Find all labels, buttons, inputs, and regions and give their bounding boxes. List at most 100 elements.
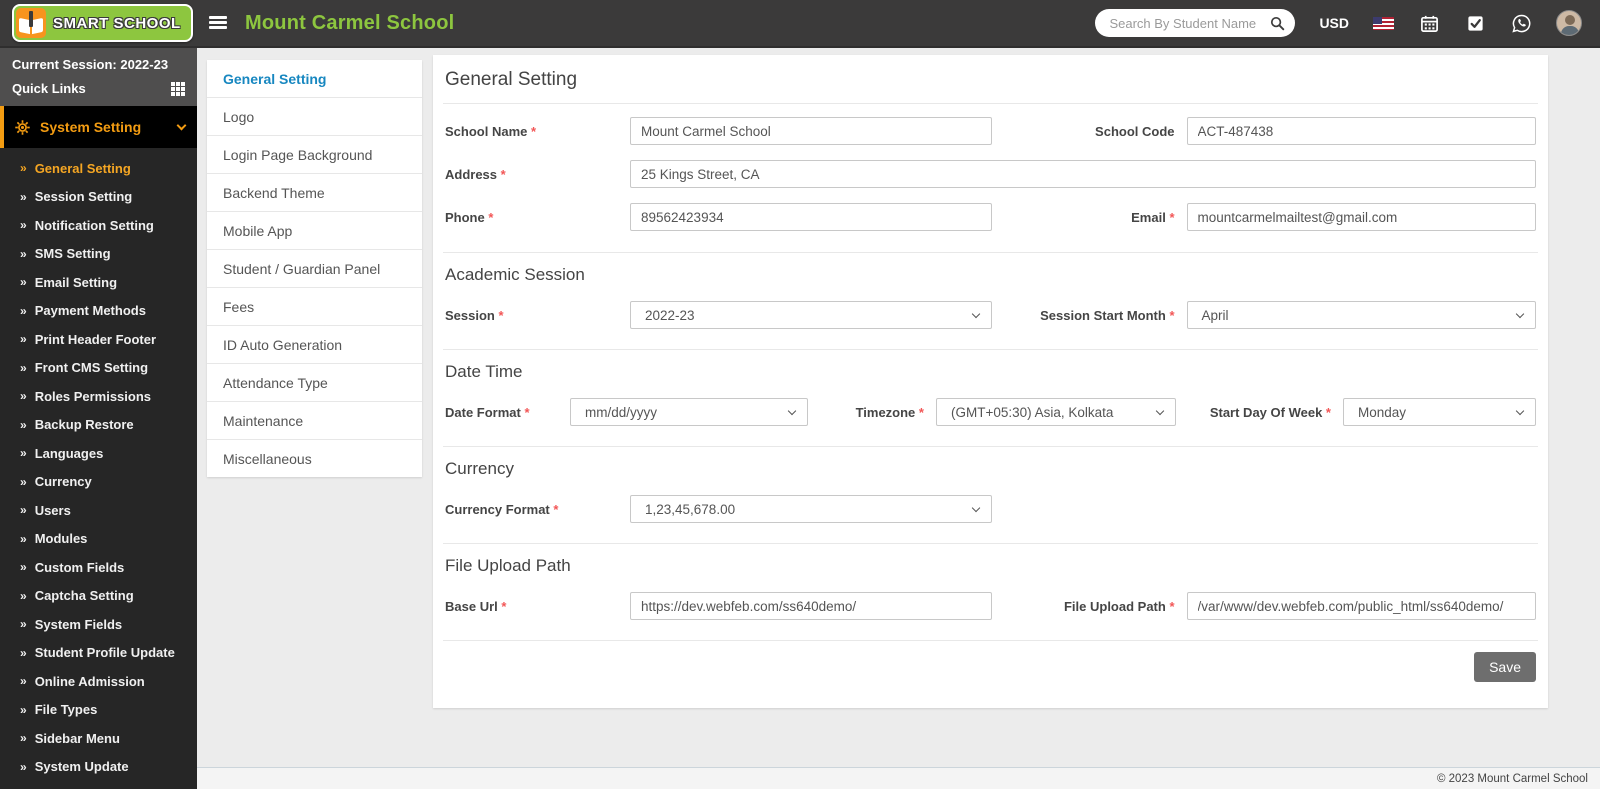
sidebar-submenu-item[interactable]: » System Update (0, 753, 197, 782)
file-upload-path-input[interactable] (1186, 592, 1536, 620)
double-chevron-icon: » (20, 446, 27, 461)
settings-tab[interactable]: Backend Theme (207, 174, 422, 212)
save-button[interactable]: Save (1474, 652, 1536, 682)
sidebar-submenu-item[interactable]: » Languages (0, 439, 197, 468)
search-input[interactable] (1109, 15, 1271, 31)
settings-tab[interactable]: Student / Guardian Panel (207, 250, 422, 288)
top-header: SMART SCHOOL Mount Carmel School USD (0, 0, 1600, 48)
sidebar-submenu-item[interactable]: » Modules (0, 525, 197, 554)
currency-heading: Currency (445, 459, 514, 478)
date-time-section: Date Time Date Format mm/dd/yyyy Timezon… (443, 349, 1538, 446)
double-chevron-icon: » (20, 275, 27, 290)
double-chevron-icon: » (20, 702, 27, 717)
sidebar-submenu-item[interactable]: » Notification Setting (0, 211, 197, 240)
double-chevron-icon: » (20, 189, 27, 204)
sidebar-submenu-item[interactable]: » Roles Permissions (0, 382, 197, 411)
sidebar-submenu-item[interactable]: » Front CMS Setting (0, 354, 197, 383)
sidebar-submenu-item[interactable]: » Custom Fields (0, 553, 197, 582)
caret-down-icon (787, 406, 797, 415)
sidebar-submenu-item[interactable]: » Session Setting (0, 183, 197, 212)
phone-input[interactable] (630, 203, 992, 231)
sidebar-submenu-item[interactable]: » Currency (0, 468, 197, 497)
header-actions: USD (1095, 9, 1600, 37)
sidebar-submenu-item[interactable]: » Online Admission (0, 667, 197, 696)
app-logo[interactable]: SMART SCHOOL (0, 0, 197, 46)
sidebar-submenu-item[interactable]: » Users (0, 496, 197, 525)
settings-tab[interactable]: Mobile App (207, 212, 422, 250)
academic-session-heading: Academic Session (445, 265, 585, 284)
file-upload-heading: File Upload Path (445, 556, 571, 575)
brand-name: SMART SCHOOL (53, 14, 181, 32)
double-chevron-icon: » (20, 560, 27, 575)
session-start-month-select[interactable]: April (1186, 301, 1536, 329)
caret-down-icon (1515, 406, 1525, 415)
quick-links[interactable]: Quick Links (12, 81, 185, 96)
double-chevron-icon: » (20, 360, 27, 375)
smart-school-logo: SMART SCHOOL (12, 4, 193, 42)
save-row: Save (443, 640, 1538, 708)
main-sidebar: Current Session: 2022-23 Quick Links Sys… (0, 48, 197, 789)
sidebar-submenu-item[interactable]: » Backup Restore (0, 411, 197, 440)
page-title: General Setting (443, 55, 1538, 104)
base-url-input[interactable] (630, 592, 992, 620)
date-format-select[interactable]: mm/dd/yyyy (570, 398, 808, 426)
sidebar-submenu-item[interactable]: » Captcha Setting (0, 582, 197, 611)
settings-tabs: General Setting Logo Login Page Backgrou… (207, 60, 422, 477)
address-input[interactable] (630, 160, 1536, 188)
sidebar-submenu-item[interactable]: » Sidebar Menu (0, 724, 197, 753)
caret-down-icon (1155, 406, 1165, 415)
double-chevron-icon: » (20, 645, 27, 660)
hamburger-menu-icon[interactable] (209, 16, 229, 30)
us-flag-icon[interactable] (1373, 16, 1394, 30)
sidebar-item-system-setting[interactable]: System Setting (0, 106, 197, 148)
sidebar-submenu-item[interactable]: » Payment Methods (0, 297, 197, 326)
double-chevron-icon: » (20, 474, 27, 489)
tasks-icon[interactable] (1464, 12, 1486, 34)
currency-selector[interactable]: USD (1319, 15, 1349, 31)
page-footer: © 2023 Mount Carmel School (197, 767, 1600, 789)
school-title: Mount Carmel School (245, 11, 455, 34)
sidebar-submenu-item[interactable]: » General Setting (0, 154, 197, 183)
search-icon[interactable] (1270, 16, 1285, 31)
school-name-label: School Name (445, 124, 630, 139)
settings-tab[interactable]: Fees (207, 288, 422, 326)
calendar-icon[interactable] (1418, 12, 1440, 34)
quick-links-grid-icon[interactable] (171, 81, 175, 86)
double-chevron-icon: » (20, 303, 27, 318)
address-label: Address (445, 167, 630, 182)
caret-down-icon (1515, 309, 1525, 318)
settings-tab[interactable]: Logo (207, 98, 422, 136)
sidebar-submenu-item[interactable]: » File Types (0, 696, 197, 725)
sidebar-submenu-item[interactable]: » Email Setting (0, 268, 197, 297)
settings-tab[interactable]: ID Auto Generation (207, 326, 422, 364)
double-chevron-icon: » (20, 731, 27, 746)
sidebar-submenu-item[interactable]: » System Fields (0, 610, 197, 639)
sidebar-submenu-item[interactable]: » Student Profile Update (0, 639, 197, 668)
base-url-label: Base Url (445, 599, 630, 614)
academic-session-section: Academic Session Session 2022-23 Session… (443, 252, 1538, 349)
settings-tab[interactable]: Maintenance (207, 402, 422, 440)
session-start-month-label: Session Start Month (991, 308, 1187, 323)
timezone-select[interactable]: (GMT+05:30) Asia, Kolkata (935, 398, 1176, 426)
currency-format-select[interactable]: 1,23,45,678.00 (630, 495, 992, 523)
system-setting-submenu: » General Setting » Session Setting » Notif… (0, 148, 197, 781)
double-chevron-icon: » (20, 218, 27, 233)
student-search[interactable] (1095, 9, 1296, 37)
session-select[interactable]: 2022-23 (630, 301, 992, 329)
settings-tab[interactable]: Attendance Type (207, 364, 422, 402)
session-label: Session (445, 308, 630, 323)
settings-tab[interactable]: Login Page Background (207, 136, 422, 174)
email-input[interactable] (1186, 203, 1536, 231)
school-name-input[interactable] (630, 117, 992, 145)
school-code-input[interactable] (1186, 117, 1536, 145)
sidebar-submenu-item[interactable]: » Print Header Footer (0, 325, 197, 354)
sidebar-submenu-item[interactable]: » SMS Setting (0, 240, 197, 269)
whatsapp-icon[interactable] (1510, 12, 1532, 34)
settings-tab[interactable]: Miscellaneous (207, 440, 422, 477)
quick-links-label: Quick Links (12, 81, 86, 96)
double-chevron-icon: » (20, 389, 27, 404)
double-chevron-icon: » (20, 674, 27, 689)
start-day-select[interactable]: Monday (1342, 398, 1536, 426)
user-avatar[interactable] (1556, 10, 1582, 36)
settings-tab[interactable]: General Setting (207, 60, 422, 98)
